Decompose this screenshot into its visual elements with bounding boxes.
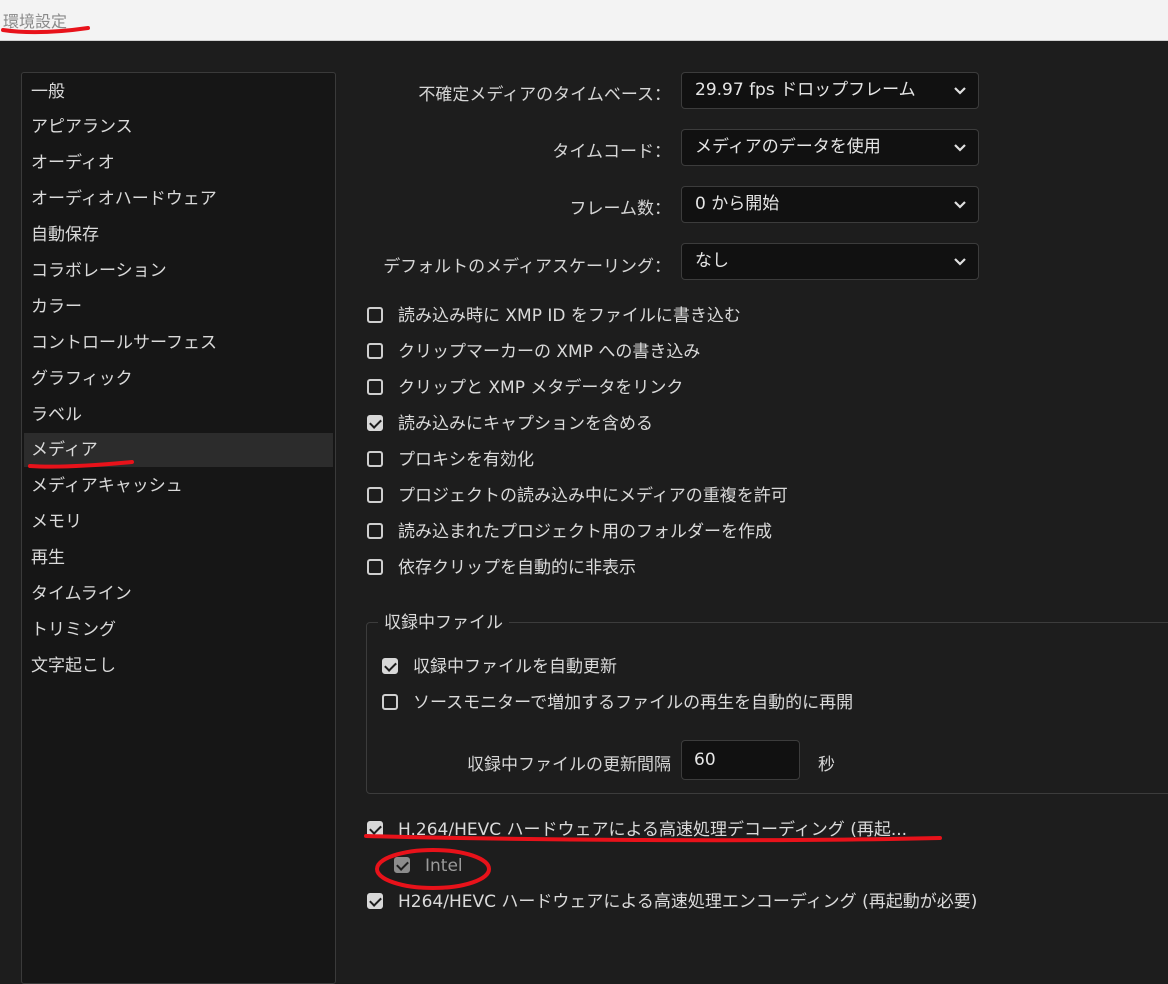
timecode-value: メディアのデータを使用: [695, 137, 881, 157]
title-bar: 環境設定: [0, 0, 1168, 41]
sidebar-item-appearance[interactable]: アピアランス: [24, 110, 333, 144]
checkbox-box[interactable]: [367, 307, 383, 323]
sidebar-item-graphics[interactable]: グラフィック: [24, 362, 333, 396]
timecode-select[interactable]: メディアのデータを使用: [681, 129, 979, 166]
checkbox-label: Intel: [425, 856, 463, 876]
sidebar-item-trim[interactable]: トリミング: [24, 613, 333, 647]
growing-files-title: 収録中ファイル: [378, 608, 509, 633]
checkbox-box[interactable]: [367, 559, 383, 575]
checkbox-label: ソースモニターで増加するファイルの再生を自動的に再開: [413, 693, 854, 713]
checkbox-box[interactable]: [382, 694, 398, 710]
sidebar-item-playback[interactable]: 再生: [24, 541, 333, 575]
checkbox-label: プロキシを有効化: [398, 450, 534, 470]
checkbox-label: H.264/HEVC ハードウェアによる高速処理デコーディング (再起...: [398, 820, 908, 840]
scaling-label: デフォルトのメディアスケーリング：: [383, 257, 671, 277]
sidebar-item-media-cache[interactable]: メディアキャッシュ: [24, 469, 333, 503]
timebase-select[interactable]: 29.97 fps ドロップフレーム: [681, 72, 979, 109]
checkbox-box[interactable]: [367, 821, 383, 837]
sidebar-item-general[interactable]: 一般: [24, 75, 333, 109]
window-title: 環境設定: [3, 12, 68, 31]
checkbox-label: 読み込みにキャプションを含める: [398, 414, 653, 434]
refresh-interval-label: 収録中ファイルの更新間隔: [467, 755, 671, 775]
sidebar-item-color[interactable]: カラー: [24, 290, 333, 324]
sidebar-item-audio[interactable]: オーディオ: [24, 146, 333, 180]
scaling-value: なし: [695, 251, 729, 271]
scaling-select[interactable]: なし: [681, 243, 979, 280]
checkbox-label: クリップマーカーの XMP への書き込み: [398, 342, 701, 362]
checkbox-box[interactable]: [367, 523, 383, 539]
checkbox-label: 読み込まれたプロジェクト用のフォルダーを作成: [398, 522, 772, 542]
checkbox-box[interactable]: [367, 451, 383, 467]
sidebar-item-media[interactable]: メディア: [24, 433, 333, 467]
timebase-value: 29.97 fps ドロップフレーム: [695, 80, 916, 100]
checkbox-label: H264/HEVC ハードウェアによる高速処理エンコーディング (再起動が必要): [398, 892, 978, 912]
sidebar-item-labels[interactable]: ラベル: [24, 398, 333, 432]
preferences-sidebar: 一般 アピアランス オーディオ オーディオハードウェア 自動保存 コラボレーショ…: [21, 72, 336, 984]
checkbox-box[interactable]: [394, 857, 410, 873]
frame-count-select[interactable]: 0 から開始: [681, 186, 979, 223]
timecode-label: タイムコード：: [552, 142, 671, 162]
frame-count-label: フレーム数：: [569, 199, 672, 219]
checkbox-box[interactable]: [367, 343, 383, 359]
checkbox-label: 読み込み時に XMP ID をファイルに書き込む: [398, 306, 741, 326]
sidebar-item-transcription[interactable]: 文字起こし: [24, 649, 333, 683]
chevron-down-icon: [954, 87, 966, 95]
timebase-label: 不確定メディアのタイムベース：: [418, 85, 671, 105]
checkbox-label: 依存クリップを自動的に非表示: [398, 558, 636, 578]
checkbox-label: 収録中ファイルを自動更新: [413, 657, 617, 677]
checkbox-box[interactable]: [367, 379, 383, 395]
checkbox-box[interactable]: [367, 487, 383, 503]
checkbox-label: プロジェクトの読み込み中にメディアの重複を許可: [398, 486, 788, 506]
chevron-down-icon: [954, 144, 966, 152]
sidebar-item-auto-save[interactable]: 自動保存: [24, 218, 333, 252]
sidebar-item-control-surface[interactable]: コントロールサーフェス: [24, 326, 333, 360]
checkbox-box[interactable]: [367, 415, 383, 431]
chevron-down-icon: [954, 201, 966, 209]
checkbox-box[interactable]: [367, 893, 383, 909]
refresh-interval-unit: 秒: [818, 755, 835, 775]
checkbox-box[interactable]: [382, 658, 398, 674]
sidebar-item-audio-hardware[interactable]: オーディオハードウェア: [24, 182, 333, 216]
chevron-down-icon: [954, 258, 966, 266]
sidebar-item-collaboration[interactable]: コラボレーション: [24, 254, 333, 288]
checkbox-label: クリップと XMP メタデータをリンク: [398, 378, 684, 398]
sidebar-item-timeline[interactable]: タイムライン: [24, 577, 333, 611]
sidebar-item-memory[interactable]: メモリ: [24, 505, 333, 539]
refresh-interval-input[interactable]: 60: [681, 740, 800, 780]
frame-count-value: 0 から開始: [695, 194, 780, 214]
